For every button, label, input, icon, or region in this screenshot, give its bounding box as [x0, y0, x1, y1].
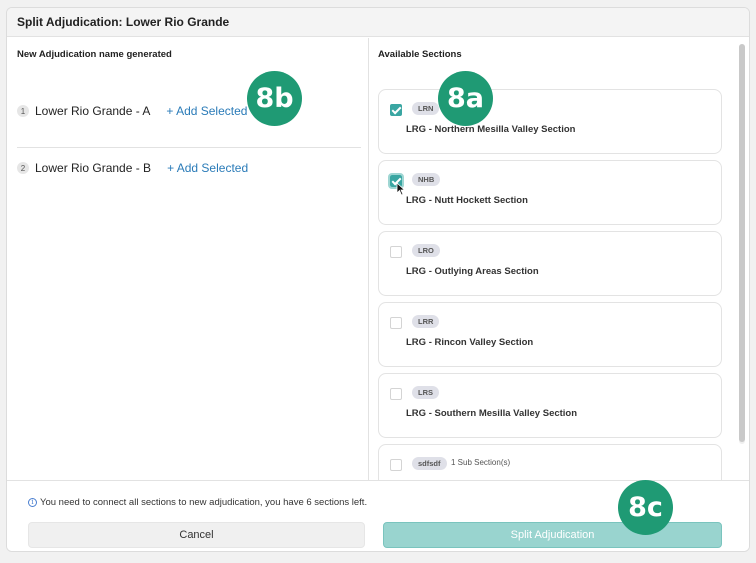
- annotation-badge: 8c: [618, 480, 673, 535]
- section-name: LRG - Rincon Valley Section: [406, 337, 534, 348]
- section-name: LRG - Outlying Areas Section: [406, 266, 539, 277]
- section-code-badge: LRN: [412, 102, 440, 115]
- section-code-badge: sdfsdf: [412, 457, 447, 470]
- section-code-badge: LRR: [412, 315, 440, 328]
- section-checkbox[interactable]: [390, 317, 402, 329]
- section-code-badge: NHB: [412, 173, 441, 186]
- section-card[interactable]: LRS LRG - Southern Mesilla Valley Sectio…: [378, 373, 722, 438]
- available-sections-panel: Available Sections LRN LRG - Northern Me…: [370, 38, 749, 480]
- adjudication-name: Lower Rio Grande - A: [35, 104, 151, 118]
- info-icon: i: [28, 498, 37, 507]
- adjudication-name: Lower Rio Grande - B: [35, 161, 152, 175]
- item-number: 2: [17, 162, 29, 174]
- subsection-count: 1 Sub Section(s): [451, 458, 511, 467]
- new-adjudication-panel: New Adjudication name generated 1 Lower …: [7, 38, 369, 480]
- section-name: LRG - Southern Mesilla Valley Section: [406, 408, 578, 419]
- new-adjudication-title: New Adjudication name generated: [17, 49, 172, 60]
- adjudication-item: 2 Lower Rio Grande - B + Add Selected: [17, 161, 248, 175]
- section-checkbox[interactable]: [390, 246, 402, 258]
- section-card[interactable]: NHB LRG - Nutt Hockett Section: [378, 160, 722, 225]
- sections-left-notice: i You need to connect all sections to ne…: [28, 497, 367, 508]
- notice-text: You need to connect all sections to new …: [40, 497, 368, 508]
- dialog-title: Split Adjudication: Lower Rio Grande: [7, 8, 749, 37]
- cancel-button[interactable]: Cancel: [28, 522, 365, 548]
- mouse-cursor-icon: [396, 182, 406, 196]
- section-card[interactable]: LRN LRG - Northern Mesilla Valley Sectio…: [378, 89, 722, 154]
- item-number: 1: [17, 105, 29, 117]
- scrollbar-thumb[interactable]: [739, 44, 745, 442]
- section-checkbox[interactable]: [390, 104, 402, 116]
- annotation-badge: 8b: [247, 71, 302, 126]
- split-adjudication-button[interactable]: Split Adjudication: [383, 522, 722, 548]
- section-name: LRG - Nutt Hockett Section: [406, 195, 528, 206]
- add-selected-link[interactable]: + Add Selected: [167, 161, 248, 175]
- section-code-badge: LRO: [412, 244, 440, 257]
- section-card[interactable]: sdfsdf 1 Sub Section(s): [378, 444, 722, 480]
- scrollbar[interactable]: [739, 44, 745, 444]
- section-name: LRG - Northern Mesilla Valley Section: [406, 124, 576, 135]
- divider: [17, 147, 361, 148]
- adjudication-item: 1 Lower Rio Grande - A + Add Selected: [17, 104, 247, 118]
- section-card[interactable]: LRO LRG - Outlying Areas Section: [378, 231, 722, 296]
- section-code-badge: LRS: [412, 386, 439, 399]
- section-card[interactable]: LRR LRG - Rincon Valley Section: [378, 302, 722, 367]
- available-sections-title: Available Sections: [378, 49, 462, 60]
- annotation-badge: 8a: [438, 71, 493, 126]
- split-adjudication-dialog: Split Adjudication: Lower Rio Grande New…: [6, 7, 750, 552]
- section-checkbox[interactable]: [390, 388, 402, 400]
- add-selected-link[interactable]: + Add Selected: [166, 104, 247, 118]
- section-checkbox[interactable]: [390, 459, 402, 471]
